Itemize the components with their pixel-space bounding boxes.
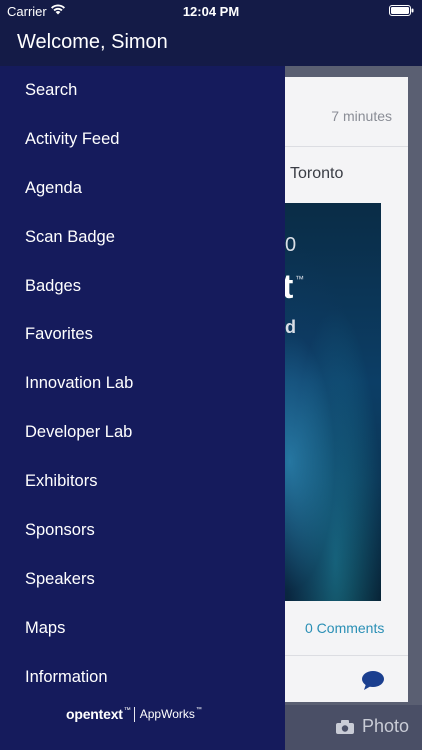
menu-item-activity-feed[interactable]: Activity Feed — [0, 115, 285, 164]
brand-trademark: ™ — [123, 706, 131, 714]
navigation-drawer: Welcome, Simon Search Activity Feed Agen… — [0, 0, 285, 750]
menu-item-information[interactable]: Information — [0, 653, 285, 702]
comments-link[interactable]: 0 Comments — [305, 620, 384, 636]
menu-item-label: Exhibitors — [25, 472, 98, 491]
menu-item-favorites[interactable]: Favorites — [0, 310, 285, 359]
menu-item-scan-badge[interactable]: Scan Badge — [0, 213, 285, 262]
status-time: 12:04 PM — [182, 4, 240, 19]
menu-item-exhibitors[interactable]: Exhibitors — [0, 457, 285, 506]
menu-item-label: Innovation Lab — [25, 374, 134, 393]
menu-item-label: Badges — [25, 276, 81, 295]
chat-bubble-icon[interactable] — [361, 670, 385, 690]
photo-button[interactable]: Photo — [336, 716, 409, 737]
brand-name: opentext — [66, 706, 123, 722]
menu-item-label: Maps — [25, 618, 66, 637]
photo-label: Photo — [362, 716, 410, 736]
menu-item-label: Developer Lab — [25, 423, 133, 442]
menu-item-badges[interactable]: Badges — [0, 262, 285, 311]
divider — [267, 655, 408, 656]
post-location: Toronto — [290, 165, 344, 182]
menu-item-developer-lab[interactable]: Developer Lab — [0, 408, 285, 457]
brand-separator — [133, 706, 135, 722]
battery-icon — [389, 5, 414, 16]
camera-icon — [336, 719, 354, 734]
post-time: 7 minutes — [331, 108, 392, 124]
status-bar: Carrier 12:04 PM — [0, 0, 422, 22]
menu-item-innovation-lab[interactable]: Innovation Lab — [0, 359, 285, 408]
menu-item-label: Search — [25, 80, 78, 99]
menu-item-label: Activity Feed — [25, 129, 120, 148]
menu-item-label: Information — [25, 667, 108, 686]
welcome-text: Welcome, Simon — [17, 31, 168, 53]
menu-item-label: Favorites — [25, 325, 93, 344]
brand-logo: opentext ™ AppWorks ™ — [66, 706, 202, 722]
post-image-text: d — [285, 317, 296, 337]
menu-item-search[interactable]: Search — [0, 66, 285, 115]
brand-product: AppWorks — [139, 707, 195, 721]
menu-item-label: Agenda — [25, 178, 82, 197]
menu-item-maps[interactable]: Maps — [0, 604, 285, 653]
menu-item-agenda[interactable]: Agenda — [0, 164, 285, 213]
divider — [267, 146, 408, 147]
post-image-text: 0 — [285, 234, 297, 256]
menu-item-speakers[interactable]: Speakers — [0, 555, 285, 604]
menu-item-sponsors[interactable]: Sponsors — [0, 506, 285, 555]
brand-product-trademark: ™ — [195, 707, 202, 713]
menu-item-label: Sponsors — [25, 520, 95, 539]
post-image-text: ™ — [295, 274, 304, 284]
menu-item-label: Speakers — [25, 569, 95, 588]
drawer-menu: Search Activity Feed Agenda Scan Badge B… — [0, 66, 285, 702]
menu-item-label: Scan Badge — [25, 227, 115, 246]
